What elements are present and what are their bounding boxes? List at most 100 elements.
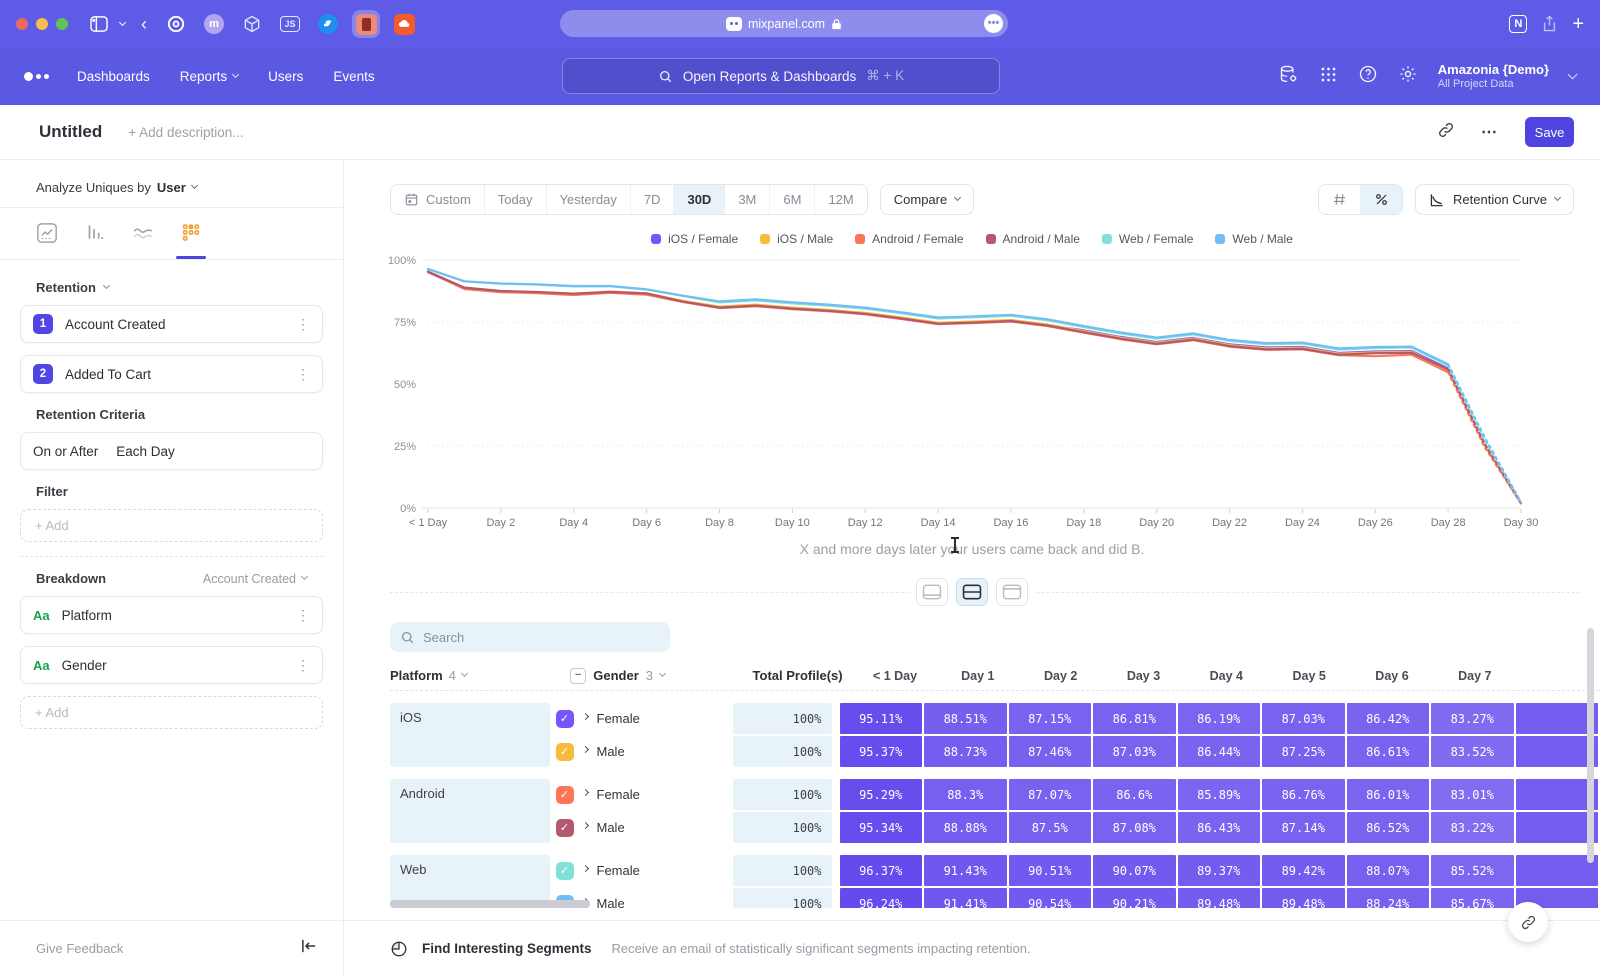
step-kebab-icon[interactable]: ⋮ xyxy=(296,366,310,383)
table-search-input[interactable]: Search xyxy=(390,622,670,652)
expand-row-icon[interactable] xyxy=(581,746,588,753)
description-placeholder[interactable]: + Add description... xyxy=(128,125,243,140)
filter-add-button[interactable]: + Add xyxy=(20,509,323,542)
expand-row-icon[interactable] xyxy=(581,713,588,720)
layout-split-button[interactable] xyxy=(956,578,988,606)
legend-item[interactable]: Android / Male xyxy=(986,232,1080,246)
project-switcher[interactable]: Amazonia {Demo} All Project Data xyxy=(1438,62,1549,92)
address-bar[interactable]: mixpanel.com ••• xyxy=(560,10,1008,37)
notion-extension-icon[interactable]: N xyxy=(1509,15,1527,33)
tab-insights[interactable] xyxy=(36,222,58,259)
segments-title[interactable]: Find Interesting Segments xyxy=(422,941,592,956)
tab-retention[interactable] xyxy=(180,222,202,259)
breakdown-item-platform[interactable]: AaPlatform⋮ xyxy=(20,596,323,634)
series-checkbox[interactable]: ✓ xyxy=(556,786,574,804)
retention-step-1[interactable]: 1Account Created⋮ xyxy=(20,305,323,343)
column-header-platform[interactable]: Platform4 xyxy=(390,668,570,683)
legend-item[interactable]: iOS / Male xyxy=(760,232,833,246)
traffic-light-close[interactable] xyxy=(16,18,28,30)
breakdown-kebab-icon[interactable]: ⋮ xyxy=(296,607,310,624)
copy-link-icon[interactable] xyxy=(1437,121,1455,144)
expand-row-icon[interactable] xyxy=(581,789,588,796)
data-management-icon[interactable] xyxy=(1278,64,1299,90)
platform-cell[interactable]: Android xyxy=(390,779,550,843)
range-button-yesterday[interactable]: Yesterday xyxy=(547,185,631,214)
traffic-light-zoom[interactable] xyxy=(56,18,68,30)
bird-favicon[interactable] xyxy=(314,10,342,38)
series-checkbox[interactable]: ✓ xyxy=(556,710,574,728)
series-checkbox[interactable]: ✓ xyxy=(556,862,574,880)
global-search-input[interactable]: Open Reports & Dashboards ⌘ + K xyxy=(562,58,1000,94)
column-header-gender[interactable]: −Gender3 xyxy=(570,668,749,684)
range-button-30d[interactable]: 30D xyxy=(674,185,725,214)
legend-item[interactable]: Android / Female xyxy=(855,232,963,246)
tabs-chevron-icon[interactable] xyxy=(120,24,125,25)
range-button-12m[interactable]: 12M xyxy=(815,185,866,214)
letter-m-favicon[interactable]: m xyxy=(200,10,228,38)
js-favicon[interactable]: JS xyxy=(276,10,304,38)
page-actions-button[interactable]: ••• xyxy=(984,14,1003,33)
breakdown-item-gender[interactable]: AaGender⋮ xyxy=(20,646,323,684)
nav-item-users[interactable]: Users xyxy=(268,69,303,84)
select-all-checkbox[interactable]: − xyxy=(570,668,586,684)
legend-item[interactable]: Web / Male xyxy=(1215,232,1292,246)
help-icon[interactable] xyxy=(1358,64,1378,89)
gender-label: Male xyxy=(597,744,625,759)
sidebar-toggle-icon[interactable] xyxy=(90,16,108,32)
series-checkbox[interactable]: ✓ xyxy=(556,743,574,761)
retention-section-label[interactable]: Retention xyxy=(36,280,96,295)
horizontal-scrollbar[interactable] xyxy=(390,900,590,908)
tab-funnels[interactable] xyxy=(84,222,106,259)
range-button-today[interactable]: Today xyxy=(485,185,547,214)
target-favicon[interactable] xyxy=(162,10,190,38)
share-icon[interactable] xyxy=(1541,15,1558,33)
vertical-scrollbar[interactable] xyxy=(1587,628,1594,863)
layout-chart-only-button[interactable] xyxy=(916,578,948,606)
cloud-favicon[interactable] xyxy=(390,10,418,38)
percent-values-button[interactable] xyxy=(1361,185,1402,214)
traffic-light-minimize[interactable] xyxy=(36,18,48,30)
settings-gear-icon[interactable] xyxy=(1398,64,1418,89)
layout-table-only-button[interactable] xyxy=(996,578,1028,606)
apps-grid-icon[interactable] xyxy=(1319,65,1338,89)
absolute-values-button[interactable] xyxy=(1319,185,1361,214)
range-button-6m[interactable]: 6M xyxy=(770,185,815,214)
criteria-operator[interactable]: On or After xyxy=(33,444,98,459)
nav-item-reports[interactable]: Reports xyxy=(180,69,238,84)
series-checkbox[interactable]: ✓ xyxy=(556,819,574,837)
legend-item[interactable]: Web / Female xyxy=(1102,232,1193,246)
cube-favicon[interactable] xyxy=(238,10,266,38)
nav-item-dashboards[interactable]: Dashboards xyxy=(77,69,150,84)
new-tab-icon[interactable]: + xyxy=(1572,13,1584,36)
give-feedback-link[interactable]: Give Feedback xyxy=(36,941,123,956)
breakdown-kebab-icon[interactable]: ⋮ xyxy=(296,657,310,674)
range-button-7d[interactable]: 7D xyxy=(631,185,675,214)
range-button-3m[interactable]: 3M xyxy=(725,185,770,214)
analyze-value[interactable]: User xyxy=(157,180,186,195)
compare-button[interactable]: Compare xyxy=(880,184,974,215)
breakdown-scope-selector[interactable]: Account Created xyxy=(203,572,307,586)
reading-favicon[interactable] xyxy=(352,10,380,38)
chart-type-selector[interactable]: Retention Curve xyxy=(1415,184,1574,215)
back-icon[interactable]: ‹ xyxy=(141,14,147,35)
save-button[interactable]: Save xyxy=(1525,117,1574,147)
retention-step-2[interactable]: 2Added To Cart⋮ xyxy=(20,355,323,393)
range-button-custom[interactable]: Custom xyxy=(391,185,485,214)
retention-value-cell: 86.61% xyxy=(1347,736,1430,767)
legend-item[interactable]: iOS / Female xyxy=(651,232,738,246)
collapse-sidebar-icon[interactable] xyxy=(301,939,317,958)
step-kebab-icon[interactable]: ⋮ xyxy=(296,316,310,333)
tab-flows[interactable] xyxy=(132,222,154,259)
expand-row-icon[interactable] xyxy=(581,865,588,872)
breakdown-add-button[interactable]: + Add xyxy=(20,696,323,729)
expand-row-icon[interactable] xyxy=(581,822,588,829)
retention-criteria-control[interactable]: On or After Each Day xyxy=(20,432,323,470)
nav-item-events[interactable]: Events xyxy=(333,69,374,84)
floating-share-button[interactable] xyxy=(1508,902,1548,942)
more-options-icon[interactable]: ⋯ xyxy=(1481,122,1499,142)
page-title[interactable]: Untitled xyxy=(39,122,102,142)
criteria-interval[interactable]: Each Day xyxy=(116,444,175,459)
mixpanel-logo-icon[interactable] xyxy=(24,72,49,81)
retention-line-chart[interactable]: 100%75%50%25%0%< 1 DayDay 2Day 4Day 6Day… xyxy=(344,252,1600,530)
platform-cell[interactable]: iOS xyxy=(390,703,550,767)
